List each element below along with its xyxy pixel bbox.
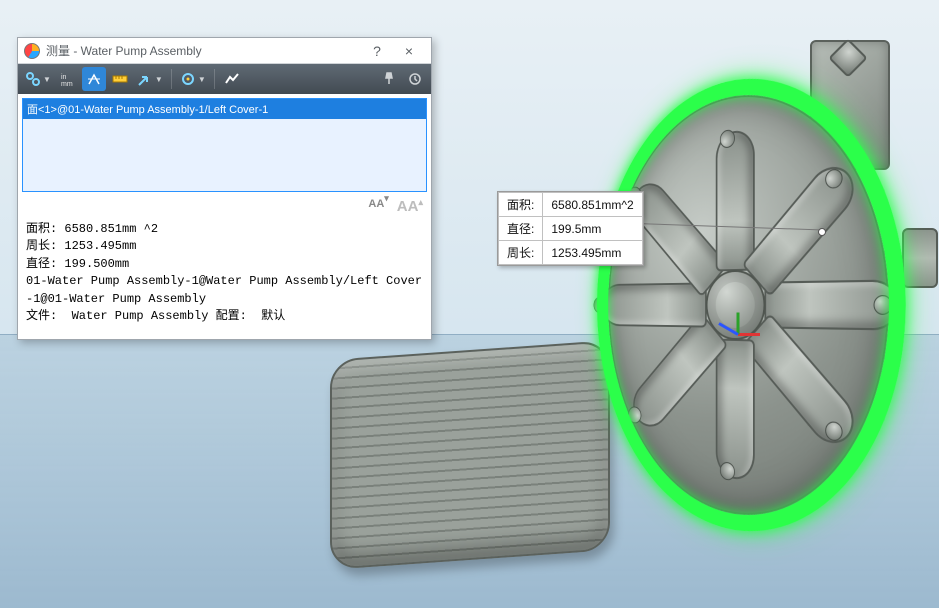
callout-value: 1253.495mm <box>543 241 642 265</box>
callout-label: 直径: <box>499 217 543 241</box>
results-text: 面积: 6580.851mm ^2 周长: 1253.495mm 直径: 199… <box>18 221 431 339</box>
dialog-titlebar[interactable]: 测量 - Water Pump Assembly ? × <box>18 38 431 64</box>
increase-font-button[interactable]: AA▴ <box>397 198 423 215</box>
selection-list[interactable]: 面<1>@01-Water Pump Assembly-1/Left Cover… <box>22 98 427 192</box>
selection-highlight <box>597 53 906 556</box>
callout-value: 199.5mm <box>543 217 642 241</box>
units-button[interactable]: inmm <box>56 67 80 91</box>
origin-triad <box>715 310 761 356</box>
measure-icon <box>24 43 40 59</box>
dialog-title: 测量 - Water Pump Assembly <box>46 42 202 59</box>
help-button[interactable]: ? <box>361 43 393 59</box>
selected-cover-face[interactable] <box>597 53 906 556</box>
chart-button[interactable] <box>220 67 244 91</box>
measurement-callout[interactable]: 面积:6580.851mm^2直径:199.5mm周长:1253.495mm <box>497 191 644 266</box>
pin-button[interactable] <box>377 67 401 91</box>
motor-body <box>330 340 610 570</box>
leader-endpoint <box>818 228 826 236</box>
outlet-nozzle <box>902 228 938 288</box>
selection-item[interactable]: 面<1>@01-Water Pump Assembly-1/Left Cover… <box>23 99 426 119</box>
callout-value: 6580.851mm^2 <box>543 193 642 217</box>
measure-toolbar: ▼ inmm ▼ ▼ <box>18 64 431 94</box>
history-button[interactable] <box>403 67 427 91</box>
close-button[interactable]: × <box>393 43 425 59</box>
target-button[interactable]: ▼ <box>177 67 209 91</box>
arrow-button[interactable]: ▼ <box>134 67 166 91</box>
link-icon[interactable]: ▼ <box>22 67 54 91</box>
callout-label: 周长: <box>499 241 543 265</box>
svg-text:mm: mm <box>61 81 73 87</box>
callout-label: 面积: <box>499 193 543 217</box>
svg-text:in: in <box>61 74 67 81</box>
ruler-button[interactable] <box>108 67 132 91</box>
xyz-button[interactable] <box>82 67 106 91</box>
decrease-font-button[interactable]: AA▾ <box>368 198 388 215</box>
measure-dialog[interactable]: 测量 - Water Pump Assembly ? × ▼ inmm ▼ ▼ <box>17 37 432 340</box>
